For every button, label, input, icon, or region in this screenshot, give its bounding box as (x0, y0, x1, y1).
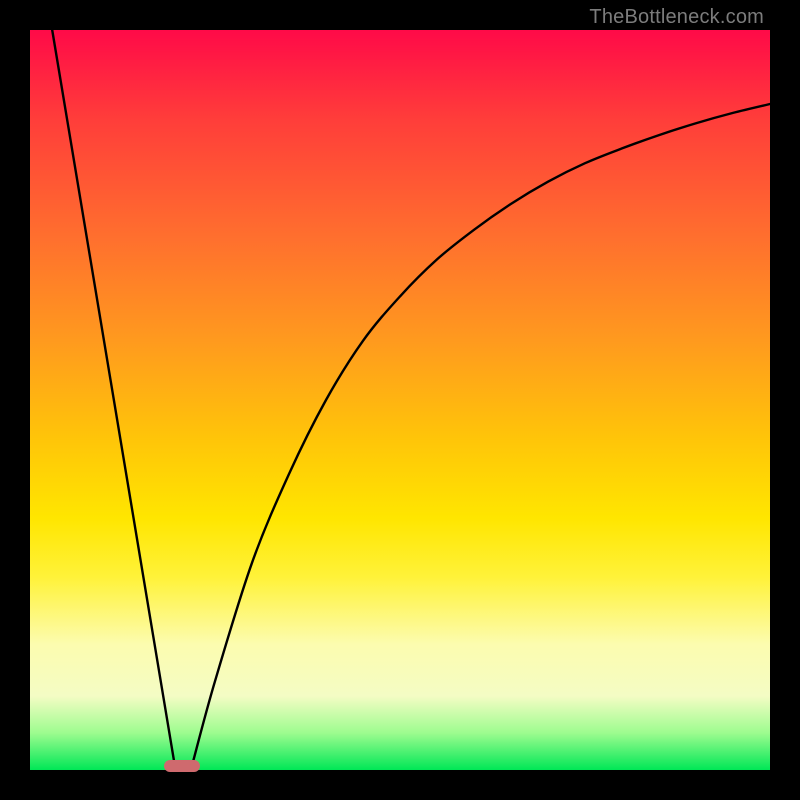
curve-left-branch (52, 30, 174, 763)
chart-curve-layer (30, 30, 770, 770)
minimum-marker (164, 760, 200, 772)
chart-frame (30, 30, 770, 770)
watermark-text: TheBottleneck.com (589, 6, 764, 29)
curve-right-branch (193, 104, 770, 763)
